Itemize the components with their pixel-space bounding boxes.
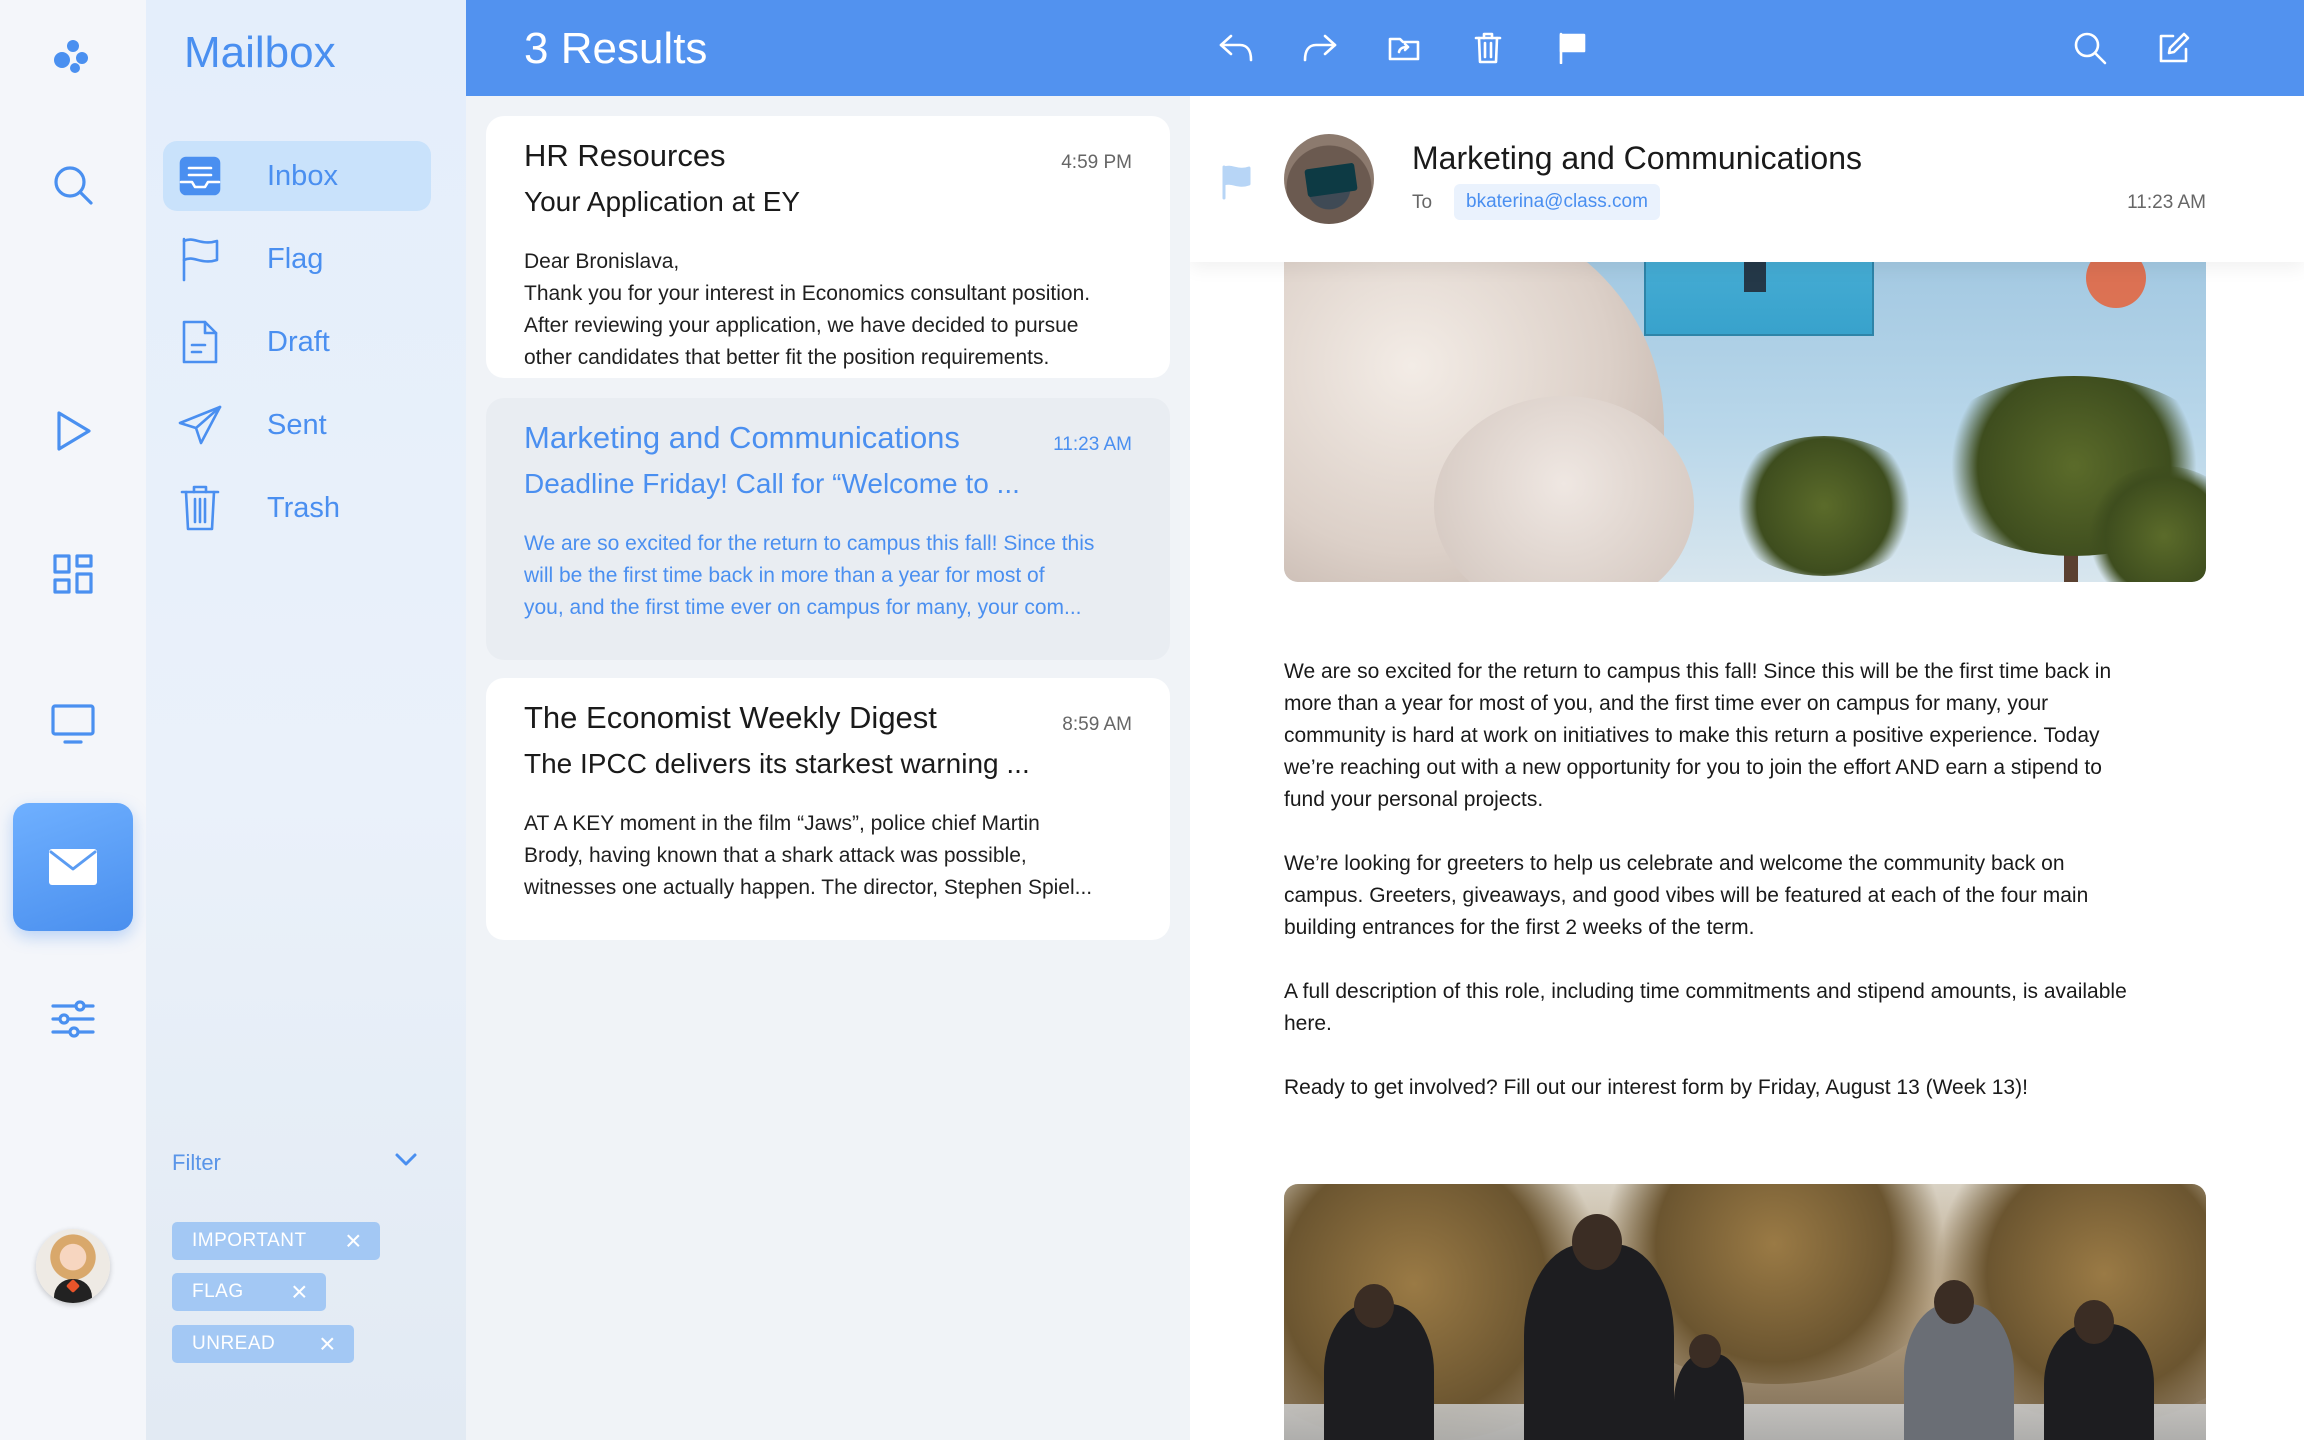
logo-icon <box>0 36 146 76</box>
preview-line: Thank you for your interest in Economics… <box>524 282 1091 305</box>
text-line: campus. Greeters, giveaways, and good vi… <box>1284 884 2089 907</box>
message-sender: Marketing and Communications <box>524 420 960 455</box>
reader-sender: Marketing and Communications <box>1412 140 1862 176</box>
sidebar-title: Mailbox <box>184 28 336 77</box>
preview-line: Dear Bronislava, <box>524 250 680 273</box>
email-paragraph: Ready to get involved? Fill out our inte… <box>1284 1072 2214 1104</box>
message-time: 11:23 AM <box>1053 434 1132 455</box>
message-preview: We are so excited for the return to camp… <box>524 528 1140 624</box>
text-line: fund your personal projects. <box>1284 788 1544 811</box>
message-subject: Deadline Friday! Call for “Welcome to ..… <box>524 468 1020 499</box>
sidebar-item-draft[interactable]: Draft <box>163 307 431 377</box>
settings-sliders-icon[interactable] <box>0 994 146 1044</box>
preview-line: We are so excited for the return to camp… <box>524 532 1095 555</box>
mail-icon <box>49 849 97 885</box>
email-paragraph: We’re looking for greeters to help us ce… <box>1284 848 2214 944</box>
close-icon[interactable]: × <box>345 1227 362 1255</box>
filter-chip-flag: FLAG × <box>172 1273 326 1311</box>
sidebar-item-label: Sent <box>267 408 327 441</box>
message-subject: Your Application at EY <box>524 186 801 217</box>
forward-icon[interactable] <box>1298 28 1342 68</box>
delete-icon[interactable] <box>1466 28 1510 68</box>
icon-rail <box>0 0 146 1440</box>
text-line: more than a year for most of you, and th… <box>1284 692 2049 715</box>
sent-icon <box>163 404 237 446</box>
email-image-runners <box>1284 1184 2206 1440</box>
to-label: To <box>1412 192 1433 213</box>
filter-chip-label: IMPORTANT <box>192 1230 307 1251</box>
sender-avatar <box>1284 134 1374 224</box>
message-list: HR Resources 4:59 PM Your Application at… <box>466 96 1190 1440</box>
sidebar-item-label: Flag <box>267 242 324 275</box>
text-line: building entrances for the first 2 weeks… <box>1284 916 1755 939</box>
preview-line: After reviewing your application, we hav… <box>524 314 1079 337</box>
text-line: We are so excited for the return to camp… <box>1284 660 2112 683</box>
sidebar-item-label: Trash <box>267 491 341 524</box>
user-avatar[interactable] <box>36 1229 110 1303</box>
text-line: A full description of this role, includi… <box>1284 980 2127 1003</box>
filter-label: Filter <box>172 1150 221 1175</box>
filter-chip-unread: UNREAD × <box>172 1325 354 1363</box>
message-card[interactable]: The Economist Weekly Digest 8:59 AM The … <box>486 678 1170 940</box>
message-preview: AT A KEY moment in the film “Jaws”, poli… <box>524 808 1140 904</box>
message-sender: The Economist Weekly Digest <box>524 700 937 735</box>
message-time: 4:59 PM <box>1061 152 1132 173</box>
inbox-icon <box>163 156 237 196</box>
close-icon[interactable]: × <box>291 1278 308 1306</box>
sidebar-item-flag[interactable]: Flag <box>163 224 431 294</box>
sidebar-item-sent[interactable]: Sent <box>163 390 431 460</box>
move-folder-icon[interactable] <box>1382 28 1426 68</box>
draft-icon <box>163 319 237 365</box>
play-icon[interactable] <box>0 406 146 456</box>
message-subject: The IPCC delivers its starkest warning .… <box>524 748 1030 779</box>
results-count: 3 Results <box>524 24 708 73</box>
compose-icon[interactable] <box>2152 28 2196 68</box>
text-line: Ready to get involved? Fill out our inte… <box>1284 1076 2028 1099</box>
header-bar: 3 Results <box>466 0 2304 96</box>
reading-pane: Marketing and Communications To bkaterin… <box>1190 96 2304 1440</box>
search-icon[interactable] <box>2068 28 2112 68</box>
sidebar-item-inbox[interactable]: Inbox <box>163 141 431 211</box>
filter-chip-important: IMPORTANT × <box>172 1222 380 1260</box>
text-line: community is hard at work on initiatives… <box>1284 724 2100 747</box>
text-line: we’re reaching out with a new opportunit… <box>1284 756 2102 779</box>
filter-chip-label: UNREAD <box>192 1333 276 1354</box>
sidebar-item-label: Inbox <box>267 159 338 192</box>
monitor-icon[interactable] <box>0 702 146 746</box>
email-paragraph: We are so excited for the return to camp… <box>1284 656 2214 816</box>
message-time: 8:59 AM <box>1062 714 1132 735</box>
reader-header: Marketing and Communications To bkaterin… <box>1190 96 2304 262</box>
preview-line: witnesses one actually happen. The direc… <box>524 876 1093 899</box>
preview-line: AT A KEY moment in the film “Jaws”, poli… <box>524 812 1040 835</box>
sidebar-item-trash[interactable]: Trash <box>163 473 431 543</box>
text-line: We’re looking for greeters to help us ce… <box>1284 852 2065 875</box>
reader-time: 11:23 AM <box>2127 192 2206 213</box>
preview-line: other candidates that better fit the pos… <box>524 346 1050 369</box>
preview-line: will be the first time back in more than… <box>524 564 1045 587</box>
filter-chip-label: FLAG <box>192 1281 244 1302</box>
close-icon[interactable]: × <box>319 1330 336 1358</box>
sidebar-item-label: Draft <box>267 325 330 358</box>
mail-nav-button[interactable] <box>13 803 133 931</box>
flag-icon[interactable] <box>1550 28 1594 68</box>
dashboard-icon[interactable] <box>0 552 146 596</box>
message-card-selected[interactable]: Marketing and Communications 11:23 AM De… <box>486 398 1170 660</box>
reply-icon[interactable] <box>1214 28 1258 68</box>
message-sender: HR Resources <box>524 138 726 173</box>
flag-icon <box>163 236 237 282</box>
search-icon[interactable] <box>0 160 146 210</box>
trash-icon <box>163 484 237 532</box>
recipient-address[interactable]: bkaterina@class.com <box>1454 184 1660 220</box>
chevron-down-icon[interactable] <box>394 1152 418 1173</box>
message-card[interactable]: HR Resources 4:59 PM Your Application at… <box>486 116 1170 378</box>
email-paragraph: A full description of this role, includi… <box>1284 976 2214 1040</box>
mailbox-sidebar: Mailbox Inbox Flag Draft Sent Trash Filt… <box>146 0 466 1440</box>
email-image-campus <box>1284 206 2206 582</box>
text-line[interactable]: here. <box>1284 1008 2214 1040</box>
preview-line: Brody, having known that a shark attack … <box>524 844 1027 867</box>
preview-line: you, and the first time ever on campus f… <box>524 596 1082 619</box>
flag-icon[interactable] <box>1220 164 1252 205</box>
message-preview: Dear Bronislava, Thank you for your inte… <box>524 246 1140 374</box>
